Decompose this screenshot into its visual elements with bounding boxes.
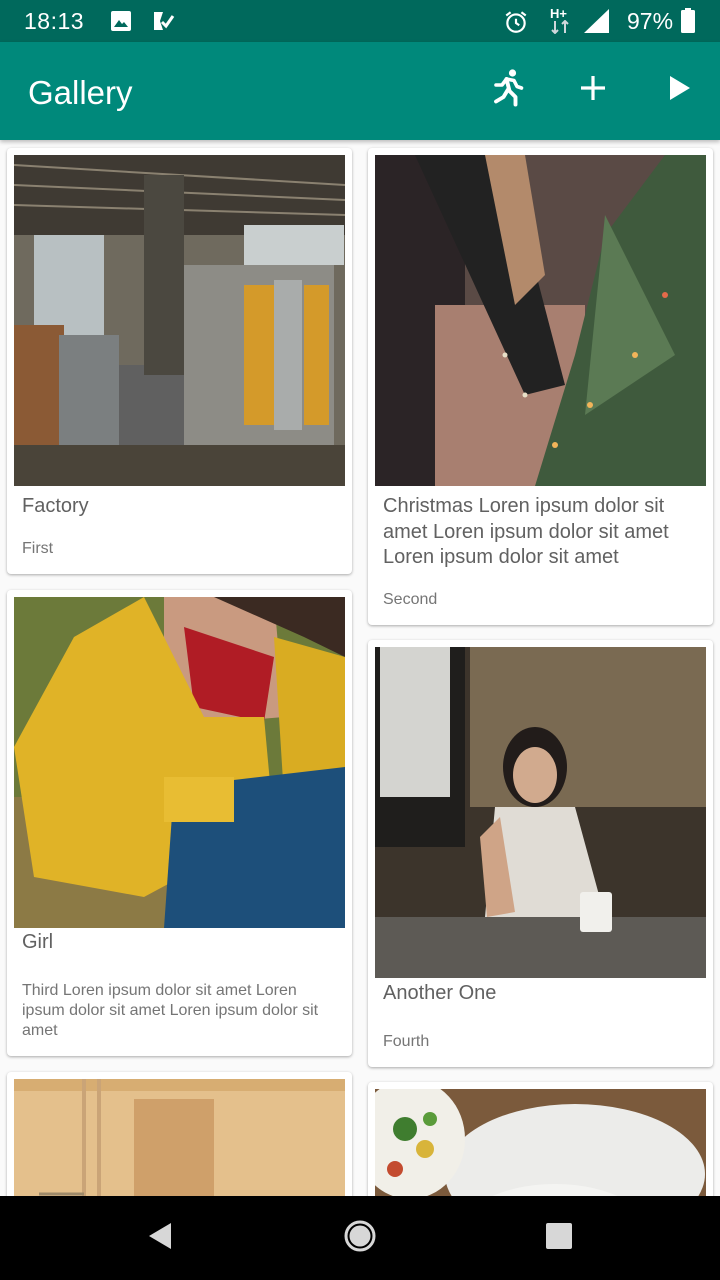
network-type: H+ [550,6,567,21]
card-title: Girl [22,931,54,953]
wall-photo [14,1079,345,1196]
recents-button[interactable] [535,1214,583,1262]
app-title: Gallery [28,74,133,111]
gallery-card-another-one[interactable]: Another One Fourth [368,640,713,1067]
recents-icon [546,1222,572,1254]
gallery-grid[interactable]: Factory First Christmas Loren ipsum dolo… [0,140,720,1196]
alarm-icon [503,9,529,40]
run-icon [490,68,526,113]
christmas-tree-photo [375,155,706,486]
card-title: Factory [22,495,89,517]
data-arrows-icon [550,19,572,39]
card-title: Another One [383,982,497,1004]
gallery-card-food[interactable] [368,1082,713,1196]
app-bar: Gallery [0,42,720,140]
home-button[interactable] [336,1214,384,1262]
task-check-icon [151,9,175,38]
card-title: Christmas Loren ipsum dolor sit amet Lor… [383,495,669,568]
battery-icon [681,8,695,38]
gallery-card-factory[interactable]: Factory First [7,148,352,574]
back-icon [147,1222,173,1255]
play-icon [668,75,692,106]
woman-at-table-photo [375,647,706,978]
girl-yellow-jacket-photo [14,597,345,928]
card-subtitle: Second [383,591,438,608]
image-icon [109,9,133,38]
status-time: 18:13 [24,8,85,34]
gallery-card-girl[interactable]: Girl Third Loren ipsum dolor sit amet Lo… [7,590,352,1056]
play-button[interactable] [656,66,704,114]
gallery-card-christmas[interactable]: Christmas Loren ipsum dolor sit amet Lor… [368,148,713,625]
food-plates-photo [375,1089,706,1196]
factory-photo [14,155,345,486]
card-subtitle: Fourth [383,1033,430,1050]
add-icon [579,74,607,107]
status-bar: 18:13 H+ 97% [0,0,720,42]
gallery-card-wall[interactable] [7,1072,352,1196]
card-subtitle: First [22,540,54,557]
back-button[interactable] [136,1214,184,1262]
home-icon [343,1219,377,1258]
navigation-bar [0,1196,720,1280]
signal-icon [583,8,610,39]
card-subtitle: Third Loren ipsum dolor sit amet Loren i… [22,982,319,1039]
add-button[interactable] [569,66,617,114]
battery-percent: 97% [627,8,674,34]
run-button[interactable] [484,66,532,114]
